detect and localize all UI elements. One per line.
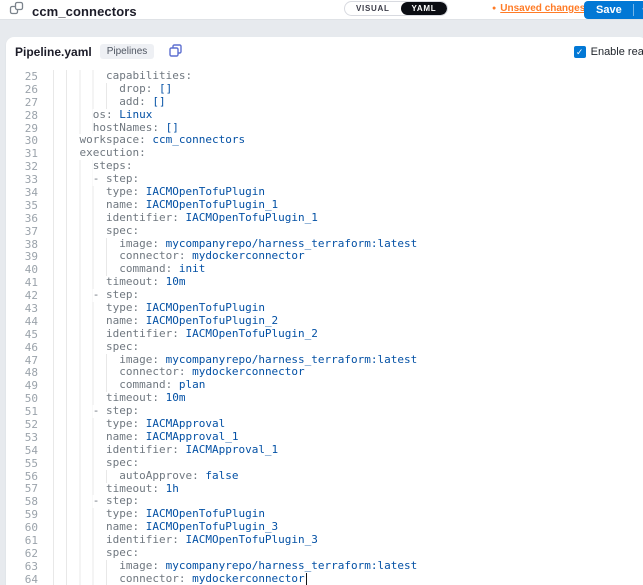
line-number: 37 xyxy=(6,225,38,238)
line-number: 54 xyxy=(6,444,38,457)
text-cursor xyxy=(306,573,307,585)
line-number: 33 xyxy=(6,173,38,186)
line-number: 30 xyxy=(6,134,38,147)
line-number: 62 xyxy=(6,547,38,560)
line-number: 29 xyxy=(6,122,38,135)
tab-visual[interactable]: VISUAL xyxy=(345,2,401,15)
line-number: 52 xyxy=(6,418,38,431)
header-left: ccm_connectors xyxy=(9,1,137,21)
page-title: ccm_connectors xyxy=(32,4,137,19)
save-button[interactable]: Save xyxy=(584,4,633,16)
yaml-editor[interactable]: 25 capabilities:26 drop: []27 add: []28 … xyxy=(6,66,643,585)
line-number: 49 xyxy=(6,379,38,392)
editor-panel: Pipeline.yaml Pipelines ✓ Enable read/ 2… xyxy=(6,37,643,585)
entity-badge: Pipelines xyxy=(100,44,155,59)
line-number: 36 xyxy=(6,212,38,225)
line-number: 28 xyxy=(6,109,38,122)
line-number: 61 xyxy=(6,534,38,547)
line-number: 38 xyxy=(6,238,38,251)
line-number: 39 xyxy=(6,250,38,263)
line-number: 50 xyxy=(6,392,38,405)
pipeline-icon xyxy=(9,1,24,21)
line-number: 57 xyxy=(6,482,38,495)
line-number: 41 xyxy=(6,276,38,289)
line-number: 27 xyxy=(6,96,38,109)
line-number: 34 xyxy=(6,186,38,199)
line-number: 26 xyxy=(6,83,38,96)
check-icon: ✓ xyxy=(576,47,584,57)
line-number: 60 xyxy=(6,521,38,534)
line-number: 51 xyxy=(6,405,38,418)
line-number: 35 xyxy=(6,199,38,212)
line-number: 42 xyxy=(6,289,38,302)
enable-read-label: Enable read/ xyxy=(591,46,643,58)
line-number: 44 xyxy=(6,315,38,328)
code-text: connector: mydockerconnector xyxy=(53,573,307,585)
line-number: 59 xyxy=(6,508,38,521)
view-mode-toggle: VISUAL YAML xyxy=(344,1,448,16)
line-number: 64 xyxy=(6,573,38,585)
line-number: 25 xyxy=(6,70,38,83)
copy-icon xyxy=(169,44,182,60)
chevron-down-icon[interactable]: ▼ xyxy=(634,6,643,15)
line-number: 47 xyxy=(6,354,38,367)
panel-toolbar: Pipeline.yaml Pipelines ✓ Enable read/ xyxy=(6,37,643,66)
code-line[interactable]: 64 connector: mydockerconnector xyxy=(6,573,643,585)
unsaved-changes-link[interactable]: ● Unsaved changes xyxy=(492,3,585,14)
line-number: 55 xyxy=(6,457,38,470)
line-number: 45 xyxy=(6,328,38,341)
tab-yaml[interactable]: YAML xyxy=(401,2,448,15)
line-number: 63 xyxy=(6,560,38,573)
save-split-button[interactable]: Save ▼ xyxy=(584,1,643,19)
line-number: 32 xyxy=(6,160,38,173)
copy-yaml-button[interactable] xyxy=(169,44,182,60)
unsaved-changes-label: Unsaved changes xyxy=(500,3,585,14)
line-number: 40 xyxy=(6,263,38,276)
enable-read-checkbox[interactable]: ✓ xyxy=(574,46,586,58)
line-number: 56 xyxy=(6,470,38,483)
line-number: 48 xyxy=(6,366,38,379)
line-number: 43 xyxy=(6,302,38,315)
file-name-label: Pipeline.yaml xyxy=(15,45,92,59)
unsaved-dot-icon: ● xyxy=(492,5,496,12)
line-number: 31 xyxy=(6,147,38,160)
code-lines: 25 capabilities:26 drop: []27 add: []28 … xyxy=(6,70,643,585)
app-header: ccm_connectors VISUAL YAML ● Unsaved cha… xyxy=(0,0,643,20)
line-number: 46 xyxy=(6,341,38,354)
line-number: 58 xyxy=(6,495,38,508)
line-number: 53 xyxy=(6,431,38,444)
app-window: ccm_connectors VISUAL YAML ● Unsaved cha… xyxy=(0,0,643,585)
enable-read-control: ✓ Enable read/ xyxy=(574,37,643,66)
